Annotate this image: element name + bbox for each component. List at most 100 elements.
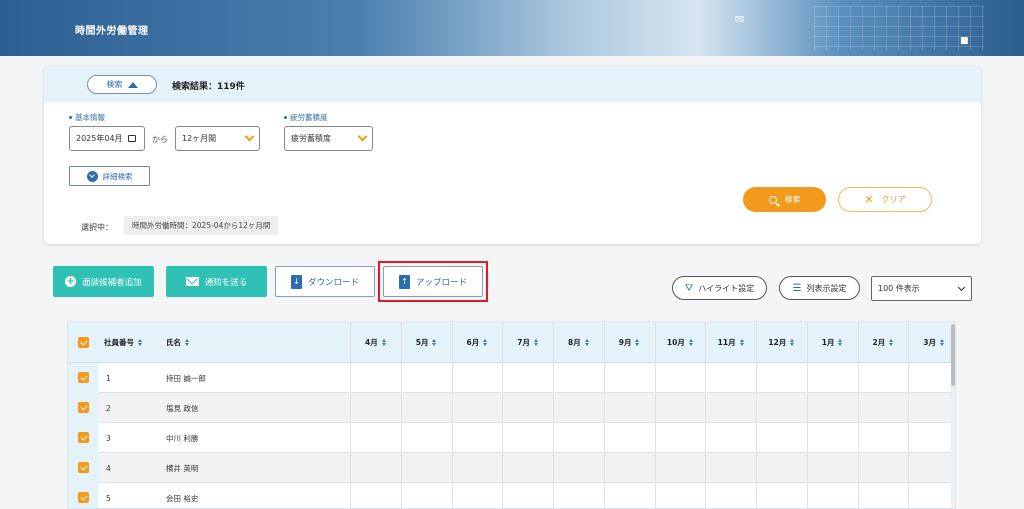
grid-line (908, 322, 910, 508)
col-name[interactable]: 氏名 (166, 322, 206, 363)
grid-line (603, 322, 605, 508)
add-candidate-label: 面談候補者追加 (82, 277, 142, 288)
row-checkbox[interactable] (78, 492, 89, 503)
col-month-label: 7月 (517, 338, 530, 347)
col-month[interactable]: 2月 (858, 322, 909, 363)
rows-per-page-select[interactable]: 100 件表示 (871, 276, 972, 301)
col-month-label: 9月 (618, 338, 632, 347)
employee-no-cell: 4 (106, 463, 111, 473)
grid-line (756, 322, 757, 508)
employee-no-cell: 3 (106, 433, 111, 443)
send-notice-button[interactable]: 通知を送る (166, 266, 267, 297)
period-select[interactable]: 12ヶ月間 (175, 126, 260, 151)
highlight-settings-label: ハイライト設定 (698, 283, 755, 293)
column-settings-label: 列表示設定 (806, 283, 847, 293)
month-date-input[interactable]: 2025年04月 (69, 126, 145, 151)
employee-no-cell: 1 (106, 373, 111, 383)
col-month[interactable]: 12月 (756, 322, 807, 363)
grid-line (451, 322, 453, 508)
col-month-label: 5月 (415, 338, 429, 347)
col-month-label: 8月 (568, 338, 581, 347)
col-month[interactable]: 4月 (350, 322, 401, 363)
calendar-icon[interactable] (128, 135, 136, 142)
sort-icon (584, 339, 589, 346)
collapse-up-icon (127, 81, 138, 88)
app-title: 時間外労働管理 (75, 26, 149, 37)
sort-icon (838, 339, 843, 346)
sort-icon (533, 339, 538, 346)
row-checkbox-cell (68, 393, 98, 423)
grid-line (350, 322, 351, 508)
row-checkbox[interactable] (78, 462, 89, 473)
sort-icon (381, 339, 386, 346)
result-count-text: 検索結果：119件 (172, 79, 245, 92)
highlight-settings-button[interactable]: ⛛ ハイライト設定 (672, 276, 767, 300)
col-month-label: 2月 (872, 338, 886, 347)
fatigue-value: 疲労蓄積度 (291, 134, 331, 143)
grid-line (400, 322, 402, 508)
date-value: 2025年04月 (76, 134, 123, 143)
table-row[interactable]: 5 会田 裕史 (68, 483, 953, 508)
fatigue-select[interactable]: 疲労蓄積度 (284, 126, 373, 151)
chevron-down-icon (957, 283, 966, 292)
col-employee-no[interactable]: 社員番号 (104, 322, 150, 363)
col-month[interactable]: 3月 (908, 322, 955, 363)
sort-icon (889, 339, 894, 346)
name-cell: 塩見 政信 (166, 403, 199, 413)
mail-icon: ✉ (735, 13, 745, 26)
search-toggle-button[interactable]: 検索 (87, 75, 157, 94)
select-all-checkbox[interactable] (78, 337, 89, 348)
window-icon: ■ (960, 36, 969, 46)
table-row[interactable]: 4 横井 英明 (68, 453, 953, 483)
detail-search-button[interactable]: 詳細検索 (69, 166, 150, 186)
column-settings-button[interactable]: ☰ 列表示設定 (779, 276, 860, 300)
col-month[interactable]: 7月 (502, 322, 553, 363)
download-file-icon: ↓ (290, 274, 302, 289)
sort-icon (635, 339, 640, 346)
sort-icon (939, 339, 944, 346)
chevron-down-icon (244, 131, 255, 142)
col-month-label: 1月 (821, 338, 835, 347)
search-button[interactable]: 検索 (743, 187, 826, 212)
grid-line (705, 322, 707, 508)
col-month-label: 12月 (768, 338, 787, 347)
col-month[interactable]: 1月 (807, 322, 858, 363)
scrollbar-thumb[interactable] (951, 324, 955, 386)
clear-button[interactable]: ✕ クリア (838, 187, 932, 212)
fatigue-label: 疲労蓄積度 (284, 112, 328, 123)
sort-icon (790, 339, 795, 346)
col-month[interactable]: 9月 (604, 322, 655, 363)
col-month[interactable]: 5月 (401, 322, 452, 363)
col-month[interactable]: 11月 (705, 322, 756, 363)
col-month[interactable]: 10月 (655, 322, 706, 363)
col-month[interactable]: 8月 (553, 322, 604, 363)
download-label: ダウンロード (307, 277, 359, 288)
col-month-label: 10月 (666, 338, 685, 347)
envelope-icon (185, 277, 199, 286)
download-button[interactable]: ↓ ダウンロード (275, 266, 375, 297)
fatigue-text: 疲労蓄積度 (290, 113, 328, 122)
row-checkbox-cell (68, 423, 98, 453)
col-month-label: 6月 (466, 338, 480, 347)
expand-circle-icon (86, 170, 98, 182)
row-checkbox[interactable] (78, 402, 89, 413)
bullet-icon (284, 116, 287, 119)
row-checkbox[interactable] (78, 432, 89, 443)
employee-table: 社員番号 氏名 4月 5月 6月 7月 8月 9月 10月 11月 12月 1月 2月 3月 1 持田 … (67, 321, 956, 509)
bullet-icon (69, 116, 72, 119)
list-icon: ☰ (792, 282, 802, 294)
table-scrollbar[interactable] (951, 322, 955, 508)
add-candidate-button[interactable]: + 面談候補者追加 (53, 266, 154, 297)
header-decoration (814, 6, 984, 50)
detail-search-label: 詳細検索 (102, 171, 133, 181)
col-month[interactable]: 6月 (452, 322, 503, 363)
table-row[interactable]: 3 中川 利勝 (68, 423, 953, 453)
row-checkbox[interactable] (78, 372, 89, 383)
table-row[interactable]: 1 持田 誠一郎 (68, 363, 953, 393)
name-cell: 中川 利勝 (166, 433, 199, 443)
clear-button-label: クリア (881, 195, 906, 204)
name-cell: 会田 裕史 (166, 493, 199, 503)
table-row[interactable]: 2 塩見 政信 (68, 393, 953, 423)
grid-line (502, 322, 504, 508)
basic-info-text: 基本情報 (75, 113, 105, 122)
